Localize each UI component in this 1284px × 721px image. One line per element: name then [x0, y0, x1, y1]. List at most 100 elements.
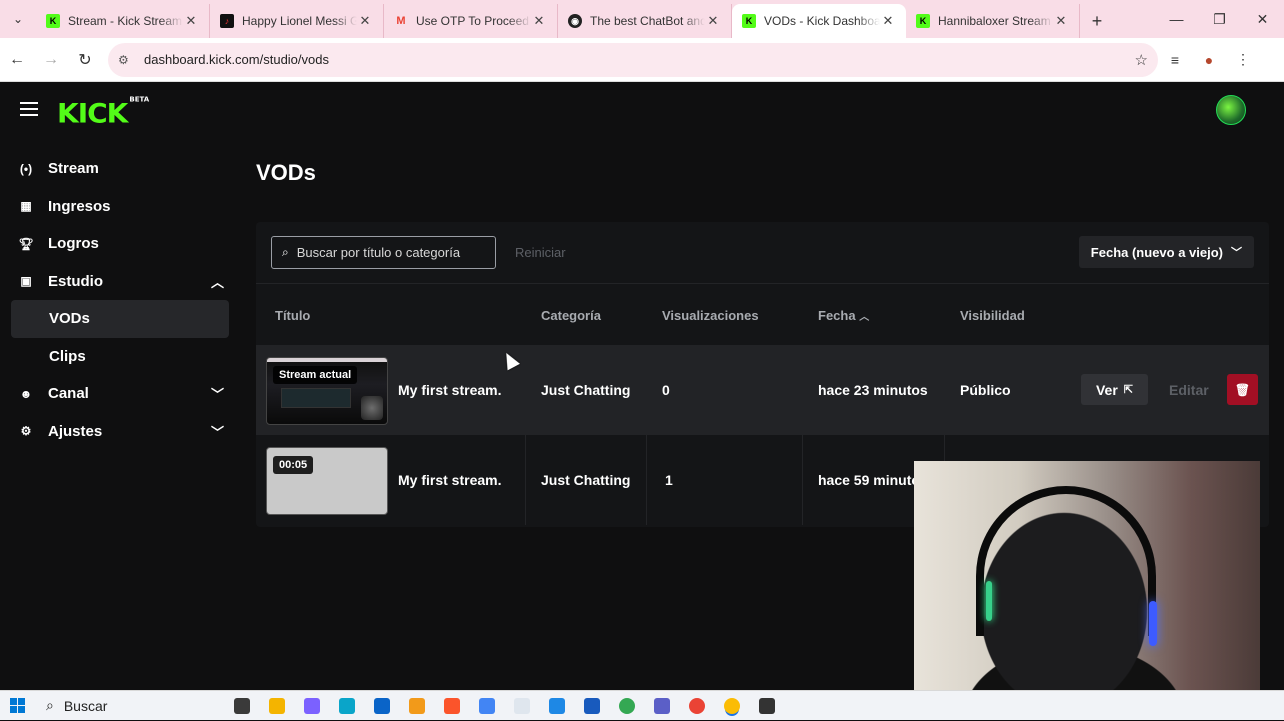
profile-icon[interactable]: ●: [1192, 52, 1226, 68]
close-tab-icon[interactable]: ✕: [183, 13, 199, 29]
close-tab-icon[interactable]: ✕: [357, 13, 373, 29]
file-explorer-icon-glyph: [268, 697, 285, 714]
forward-arrow-icon[interactable]: →: [34, 51, 68, 69]
notepad-icon[interactable]: [504, 691, 539, 721]
reset-button[interactable]: Reiniciar: [515, 245, 566, 260]
sidebar-item-canal[interactable]: ☻ Canal ﹀: [0, 375, 240, 413]
close-tab-icon[interactable]: ✕: [880, 13, 896, 29]
close-tab-icon[interactable]: ✕: [531, 13, 547, 29]
sidebar-item-ajustes[interactable]: ⚙ Ajustes ﹀: [0, 413, 240, 451]
chevron-down-icon: ﹀: [1231, 247, 1242, 259]
sidebar-item-label: Stream: [48, 160, 99, 178]
chevron-down-icon: ﹀: [210, 387, 224, 403]
vod-date: hace 59 minuto: [818, 472, 920, 488]
headphone-light-blue: [1149, 601, 1157, 646]
url-text: dashboard.kick.com/studio/vods: [144, 52, 329, 67]
tab-search-chevron-icon[interactable]: ⌄: [0, 0, 36, 38]
tab-title: Happy Lionel Messi G: [242, 14, 357, 28]
task-view-icon-glyph: [233, 697, 250, 714]
site-info-icon[interactable]: ⚙: [118, 53, 134, 67]
browser-tab-bar: ⌄ K Stream - Kick Stream ✕ ♪ Happy Lione…: [0, 0, 1284, 38]
column-header-visibility[interactable]: Visibilidad: [960, 308, 1025, 323]
minimize-icon[interactable]: —: [1155, 11, 1198, 27]
sort-dropdown[interactable]: Fecha (nuevo a viejo) ﹀: [1078, 236, 1254, 268]
column-header-views[interactable]: Visualizaciones: [662, 308, 759, 323]
edge-icon[interactable]: [329, 691, 364, 721]
browser-tab[interactable]: M Use OTP To Proceed ✕: [384, 4, 558, 38]
webcam-overlay: [914, 461, 1260, 720]
sidebar-item-label: VODs: [49, 310, 90, 328]
kick-logo[interactable]: KICK BETA: [57, 96, 149, 130]
column-header-category[interactable]: Categoría: [541, 308, 601, 323]
browser-tab[interactable]: K Hannibaloxer Stream ✕: [906, 4, 1080, 38]
tab-title: The best ChatBot and: [590, 14, 705, 28]
studio-icon: ▣: [20, 274, 32, 289]
broadcast-icon: (•): [19, 161, 33, 176]
external-link-icon: ⇱: [1123, 384, 1134, 396]
sidebar-item-label: Clips: [49, 347, 86, 365]
close-window-icon[interactable]: ✕: [1241, 11, 1284, 28]
restore-icon[interactable]: ❐: [1198, 11, 1241, 28]
column-header-date[interactable]: Fecha ︿: [818, 308, 869, 323]
sort-up-chevron-icon: ︿: [859, 312, 870, 323]
chrome-icon[interactable]: [679, 691, 714, 721]
chrome-icon[interactable]: [609, 691, 644, 721]
reload-icon[interactable]: ↻: [68, 50, 102, 70]
thumbnail-preview: [281, 388, 351, 408]
copilot-icon-glyph: [303, 697, 320, 714]
chrome-icon[interactable]: [714, 691, 749, 721]
sidebar-item-clips[interactable]: Clips: [11, 338, 229, 376]
tab-title: VODs - Kick Dashboa: [764, 14, 880, 28]
brave-icon[interactable]: [434, 691, 469, 721]
vod-title: My first stream.: [398, 472, 502, 488]
sidebar-item-logros[interactable]: 🏆︎ Logros: [0, 225, 240, 263]
kick-icon: K: [46, 14, 60, 28]
obs-icon[interactable]: [749, 691, 784, 721]
trash-icon: 🗑︎: [1234, 382, 1251, 397]
edit-button[interactable]: Editar: [1169, 382, 1209, 398]
close-tab-icon[interactable]: ✕: [705, 13, 721, 29]
sidebar-item-stream[interactable]: (•) Stream: [0, 150, 240, 188]
media-controls-icon[interactable]: ≡: [1158, 52, 1192, 68]
duration-badge: 00:05: [273, 456, 314, 474]
vod-thumbnail[interactable]: 00:05: [266, 447, 388, 515]
file-explorer-icon[interactable]: [259, 691, 294, 721]
word-icon[interactable]: [574, 691, 609, 721]
taskbar-search[interactable]: ⌕ Buscar: [34, 691, 224, 721]
sidebar-item-ingresos[interactable]: ▦ Ingresos: [0, 188, 240, 226]
close-tab-icon[interactable]: ✕: [1053, 13, 1069, 29]
copilot-icon[interactable]: [294, 691, 329, 721]
sublime-icon[interactable]: [399, 691, 434, 721]
view-button[interactable]: Ver ⇱: [1081, 374, 1148, 405]
vscode-icon[interactable]: [539, 691, 574, 721]
teams-icon[interactable]: [644, 691, 679, 721]
url-field[interactable]: ⚙ dashboard.kick.com/studio/vods ☆: [108, 42, 1158, 77]
browser-tab[interactable]: ♪ Happy Lionel Messi G ✕: [210, 4, 384, 38]
tab-title: Hannibaloxer Stream: [938, 14, 1051, 28]
table-row[interactable]: Stream actual My first stream. Just Chat…: [256, 345, 1269, 435]
bookmark-star-icon[interactable]: ☆: [1135, 51, 1148, 69]
back-arrow-icon[interactable]: ←: [0, 51, 34, 69]
new-tab-plus-icon[interactable]: +: [1080, 4, 1114, 38]
delete-button[interactable]: 🗑︎: [1227, 374, 1258, 405]
store-icon[interactable]: [469, 691, 504, 721]
sidebar-item-vods[interactable]: VODs: [11, 300, 229, 338]
channel-icon: ☻: [19, 386, 33, 401]
sort-label: Fecha (nuevo a viejo): [1090, 244, 1223, 260]
browser-tab[interactable]: K Stream - Kick Stream ✕: [36, 4, 210, 38]
vod-thumbnail[interactable]: Stream actual: [266, 357, 388, 425]
gear-icon: ⚙: [20, 424, 32, 439]
browser-tab[interactable]: ◉ The best ChatBot and ✕: [558, 4, 732, 38]
column-header-title[interactable]: Título: [275, 308, 310, 323]
menu-kebab-icon[interactable]: ⋮: [1226, 51, 1260, 68]
task-view-icon[interactable]: [224, 691, 259, 721]
outlook-icon[interactable]: [364, 691, 399, 721]
start-button[interactable]: [0, 698, 34, 713]
search-input[interactable]: [296, 245, 487, 260]
search-box[interactable]: ⌕: [271, 236, 496, 269]
user-avatar[interactable]: [1216, 95, 1246, 125]
hamburger-menu-icon[interactable]: [20, 102, 38, 116]
chrome-icon-glyph: [688, 697, 705, 714]
browser-tab-active[interactable]: K VODs - Kick Dashboa ✕: [732, 4, 906, 38]
sidebar-item-estudio[interactable]: ▣ Estudio ︿: [0, 263, 240, 301]
